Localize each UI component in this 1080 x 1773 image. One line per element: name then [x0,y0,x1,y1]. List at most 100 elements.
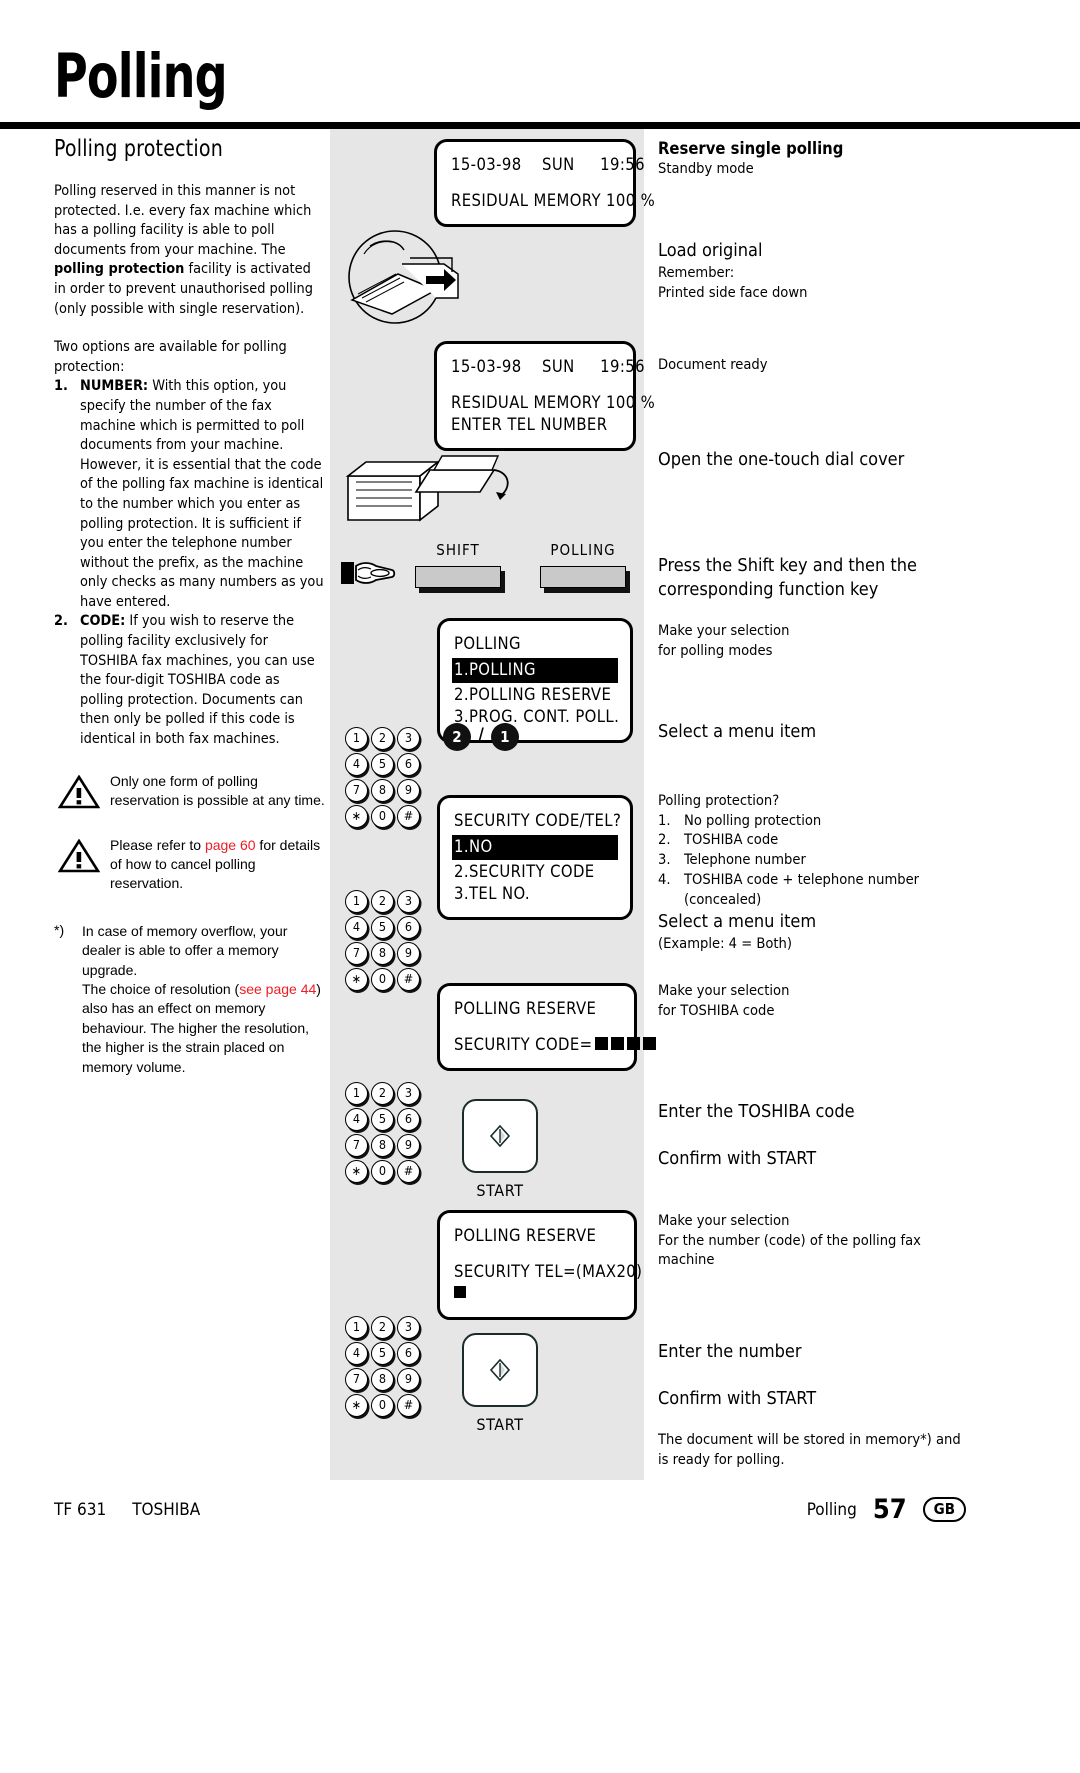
keypad-key-3[interactable]: 3 [397,1316,420,1339]
footer-section: Polling [806,1499,857,1520]
keypad-key-6[interactable]: 6 [397,1342,420,1365]
lcd-menu-selected[interactable]: 1.NO [452,835,618,860]
option-text-2: CODE: If you wish to reserve the polling… [80,613,315,748]
start-button-label: START [476,1181,524,1200]
menu-selection-indicator: 2 / 1 [443,723,519,751]
manual-page: Polling Polling protection Polling reser… [0,0,1080,1773]
lcd-display-security-tel-entry: POLLING RESERVE SECURITY TEL=(MAX20) [437,1210,643,1320]
lcd-menu-item[interactable]: 3.TEL NO. [454,883,616,905]
lcd-menu-selected[interactable]: 1.POLLING [452,658,618,683]
step-confirm-start-2: Confirm with START [658,1387,963,1411]
keypad-key-5[interactable]: 5 [371,1342,394,1365]
step-select-number: Make your selection For the number (code… [658,1211,963,1270]
keypad-key-0[interactable]: 0 [371,1160,394,1183]
start-button[interactable] [462,1099,538,1173]
keypad-key-hash[interactable]: # [397,805,420,828]
keypad-key-hash[interactable]: # [397,968,420,991]
step-subtext: Make your selection For the number (code… [658,1212,921,1268]
warning-note-2: Please refer to page 60 for details of h… [54,836,326,894]
keypad-key-5[interactable]: 5 [371,916,394,939]
keypad-key-0[interactable]: 0 [371,1394,394,1417]
keypad-key-8[interactable]: 8 [371,779,394,802]
keypad-key-7[interactable]: 7 [345,1368,368,1391]
keypad-key-5[interactable]: 5 [371,753,394,776]
keypad-key-7[interactable]: 7 [345,1134,368,1157]
start-button-group[interactable]: START [462,1099,538,1200]
keypad-key-3[interactable]: 3 [397,1082,420,1105]
step-subtext: (Example: 4 = Both) [658,935,793,952]
polling-key-button[interactable] [540,566,626,588]
keypad-key-9[interactable]: 9 [397,779,420,802]
step-reserve-single-polling: Reserve single polling Standby mode [658,138,963,179]
keypad-key-0[interactable]: 0 [371,968,394,991]
keypad-key-7[interactable]: 7 [345,779,368,802]
keypad-key-5[interactable]: 5 [371,1108,394,1131]
keypad-key-star[interactable]: ∗ [345,805,368,828]
selection-option-1[interactable]: 1 [490,723,519,751]
resolution-page-link[interactable]: see page 44 [239,981,316,997]
warning-text-1: Only one form of polling reservation is … [110,772,325,809]
selection-option-2[interactable]: 2 [443,723,471,751]
keypad-key-2[interactable]: 2 [371,890,394,913]
keypad-key-2[interactable]: 2 [371,1316,394,1339]
page-reference-link[interactable]: page 60 [205,837,256,853]
step-subtext: Make your selection for polling modes [658,622,790,659]
step-enter-number: Enter the number [658,1340,963,1364]
keypad-key-2[interactable]: 2 [371,727,394,750]
keypad-key-1[interactable]: 1 [345,727,368,750]
step-select-menu-item-2: Select a menu item (Example: 4 = Both) [658,910,963,954]
lcd-menu-item[interactable]: 2.POLLING RESERVE [454,684,616,706]
keypad-key-9[interactable]: 9 [397,942,420,965]
keypad-key-star[interactable]: ∗ [345,1160,368,1183]
step-subtext: Standby mode [658,160,754,177]
step-heading: Select a menu item [658,911,817,932]
function-key-polling[interactable]: POLLING [540,541,626,588]
keypad-key-6[interactable]: 6 [397,753,420,776]
lcd-menu-item[interactable]: 2.SECURITY CODE [454,861,616,883]
keypad-key-9[interactable]: 9 [397,1134,420,1157]
numeric-keypad[interactable]: 123 456 789 ∗ 0 # [345,1082,421,1186]
keypad-key-9[interactable]: 9 [397,1368,420,1391]
keypad-key-4[interactable]: 4 [345,1108,368,1131]
keypad-key-6[interactable]: 6 [397,916,420,939]
keypad-key-1[interactable]: 1 [345,890,368,913]
keypad-key-8[interactable]: 8 [371,1134,394,1157]
numeric-keypad[interactable]: 123 456 789 ∗ 0 # [345,1316,421,1420]
keypad-key-4[interactable]: 4 [345,753,368,776]
step-heading: Reserve single polling [658,139,844,158]
keypad-key-2[interactable]: 2 [371,1082,394,1105]
keypad-key-1[interactable]: 1 [345,1082,368,1105]
lcd-line: RESIDUAL MEMORY 100 % [451,393,656,412]
numeric-keypad[interactable]: 123 456 789 ∗ 0 # [345,890,421,994]
keypad-key-star[interactable]: ∗ [345,1394,368,1417]
start-diamond-icon [489,1358,511,1382]
start-button[interactable] [462,1333,538,1407]
step-enter-toshiba-code: Enter the TOSHIBA code [658,1100,963,1124]
keypad-key-3[interactable]: 3 [397,890,420,913]
step-document-ready: Document ready [658,355,963,375]
lcd-line: SECURITY TEL=(MAX20) [454,1262,643,1281]
keypad-key-8[interactable]: 8 [371,1368,394,1391]
keypad-key-0[interactable]: 0 [371,805,394,828]
keypad-key-hash[interactable]: # [397,1160,420,1183]
warning-text-2: Please refer to page 60 for details of h… [110,836,321,892]
numeric-keypad[interactable]: 123 456 789 ∗ 0 # [345,727,421,831]
keypad-key-7[interactable]: 7 [345,942,368,965]
keypad-key-4[interactable]: 4 [345,916,368,939]
keypad-key-6[interactable]: 6 [397,1108,420,1131]
keypad-key-star[interactable]: ∗ [345,968,368,991]
shift-key-label: SHIFT [436,541,480,559]
list-item: 2. CODE: If you wish to reserve the poll… [54,612,326,749]
shift-key-button[interactable] [415,566,501,588]
lcd-display-security-code-entry: POLLING RESERVE SECURITY CODE= [437,983,657,1071]
keypad-key-hash[interactable]: # [397,1394,420,1417]
keypad-key-4[interactable]: 4 [345,1342,368,1365]
list-item: 1. No polling protection [658,811,822,829]
keypad-key-3[interactable]: 3 [397,727,420,750]
step-heading: Enter the number [658,1341,802,1362]
step-load-original: Load original Remember: Printed side fac… [658,239,963,302]
start-button-group[interactable]: START [462,1333,538,1434]
function-key-shift[interactable]: SHIFT [415,541,501,588]
keypad-key-1[interactable]: 1 [345,1316,368,1339]
keypad-key-8[interactable]: 8 [371,942,394,965]
